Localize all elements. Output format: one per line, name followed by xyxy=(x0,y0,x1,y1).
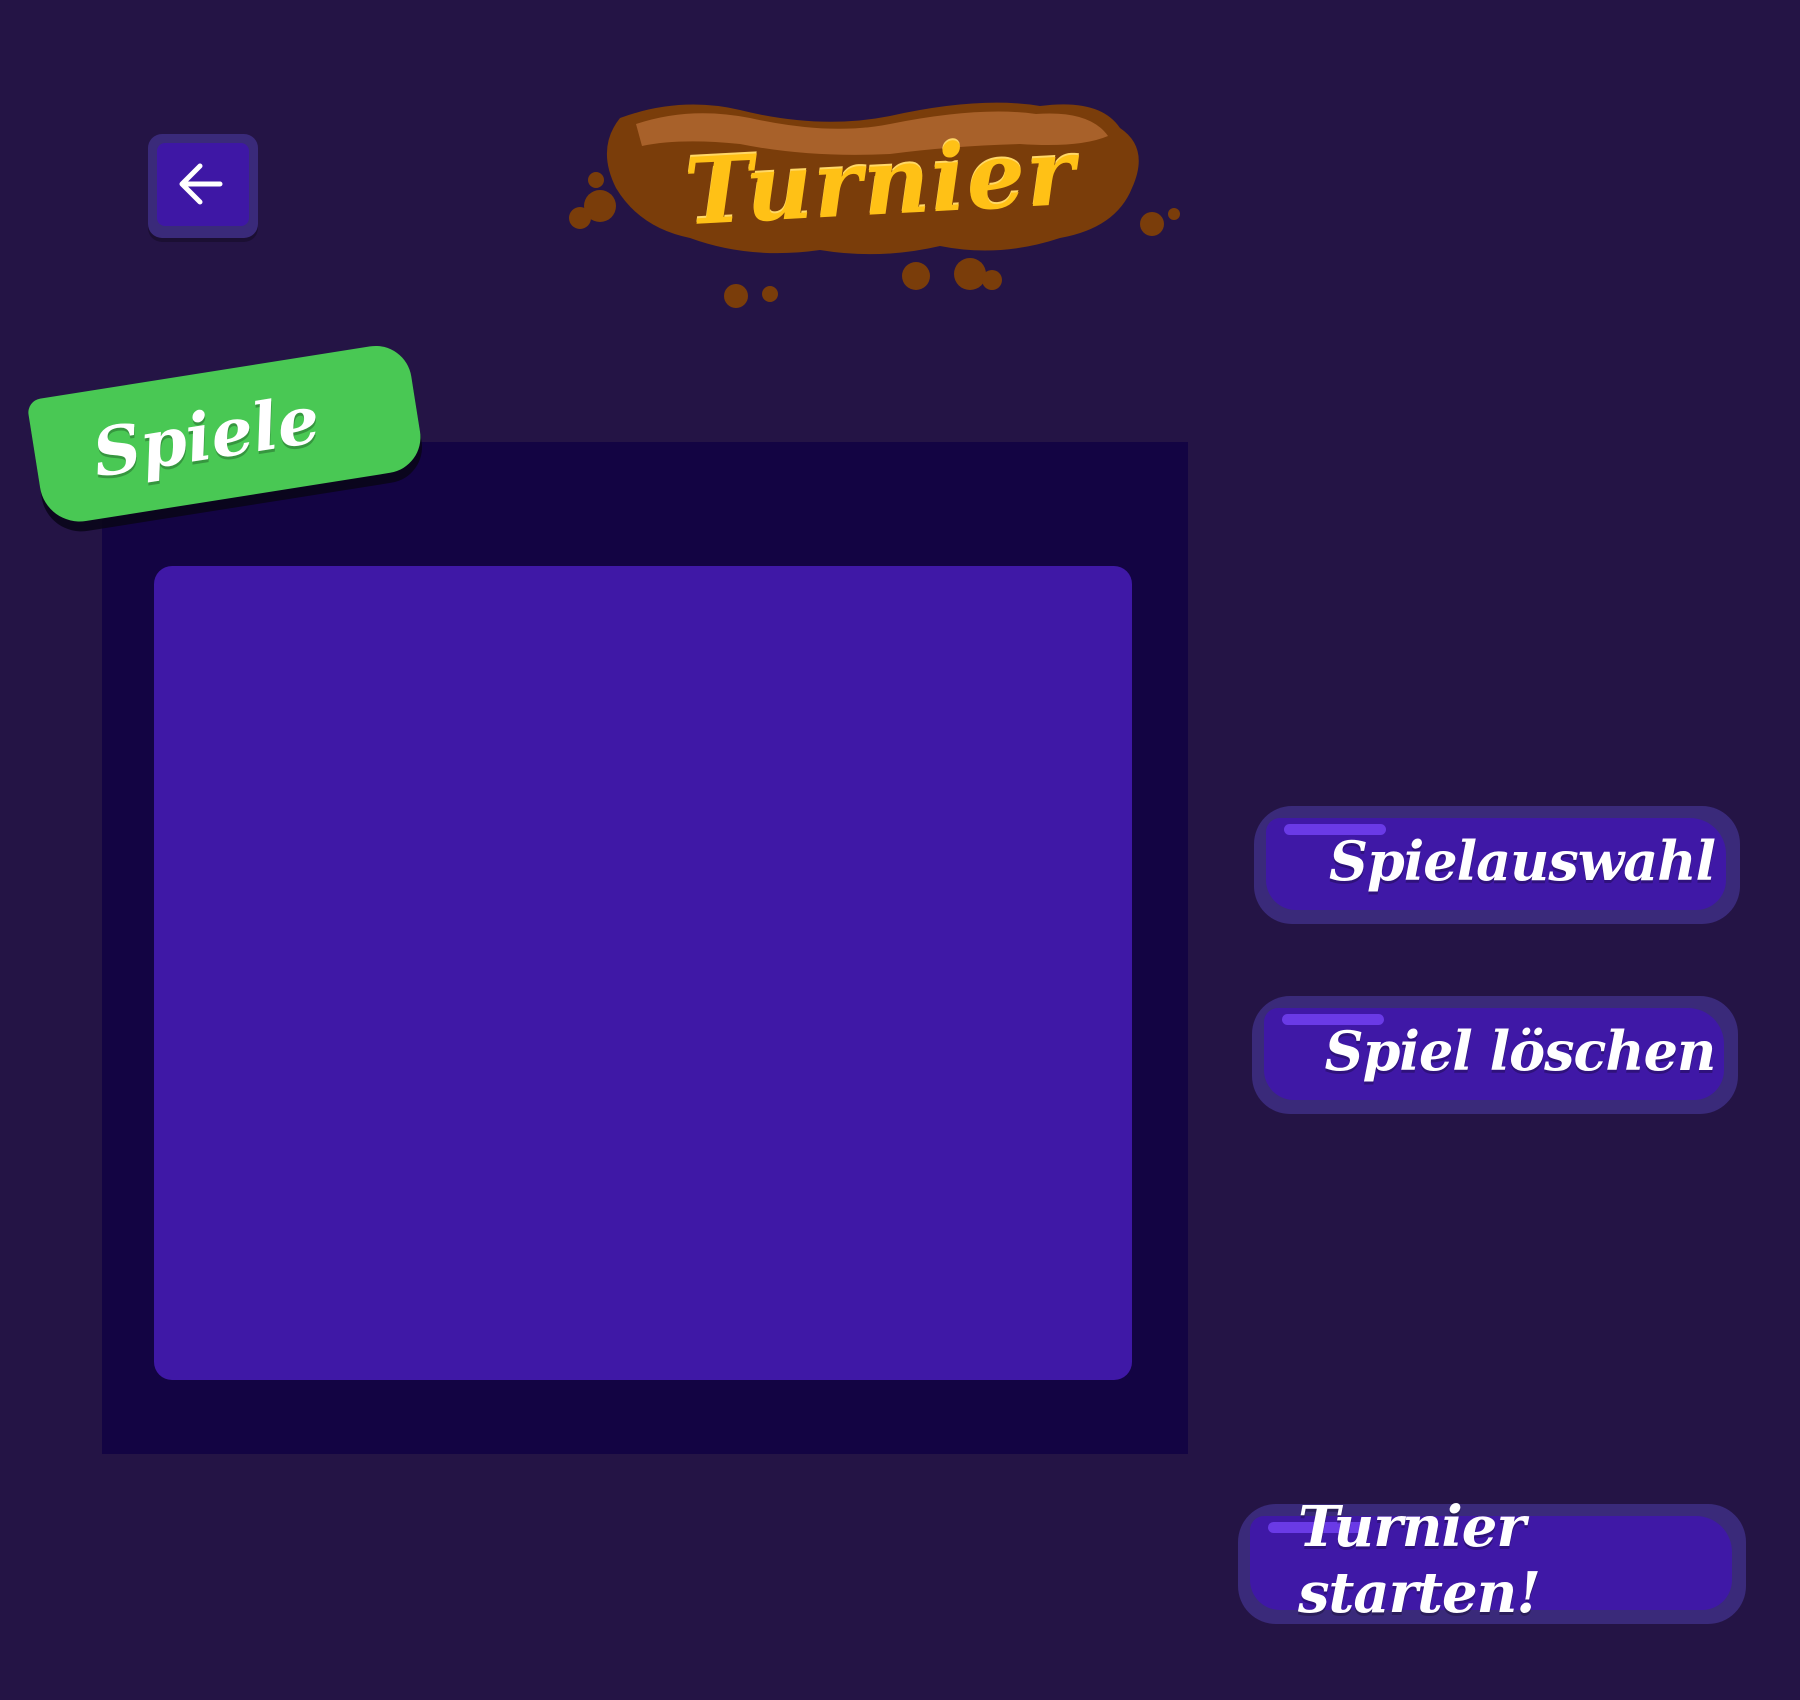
arrow-left-icon xyxy=(179,163,223,205)
games-list[interactable] xyxy=(154,566,1132,1380)
title-logo: Turnier xyxy=(560,88,1200,328)
delete-game-button-label: Spiel löschen xyxy=(1324,1019,1717,1083)
games-section-label: Spiele xyxy=(87,379,325,493)
back-button[interactable] xyxy=(148,134,258,238)
delete-game-button[interactable]: Spiel löschen xyxy=(1252,996,1738,1114)
select-game-button[interactable]: Spielauswahl xyxy=(1254,806,1740,924)
games-panel xyxy=(102,442,1188,1454)
start-tournament-button-label: Turnier starten! xyxy=(1298,1494,1541,1626)
start-tournament-button[interactable]: Turnier starten! xyxy=(1238,1494,1746,1626)
select-game-button-label: Spielauswahl xyxy=(1328,829,1716,893)
